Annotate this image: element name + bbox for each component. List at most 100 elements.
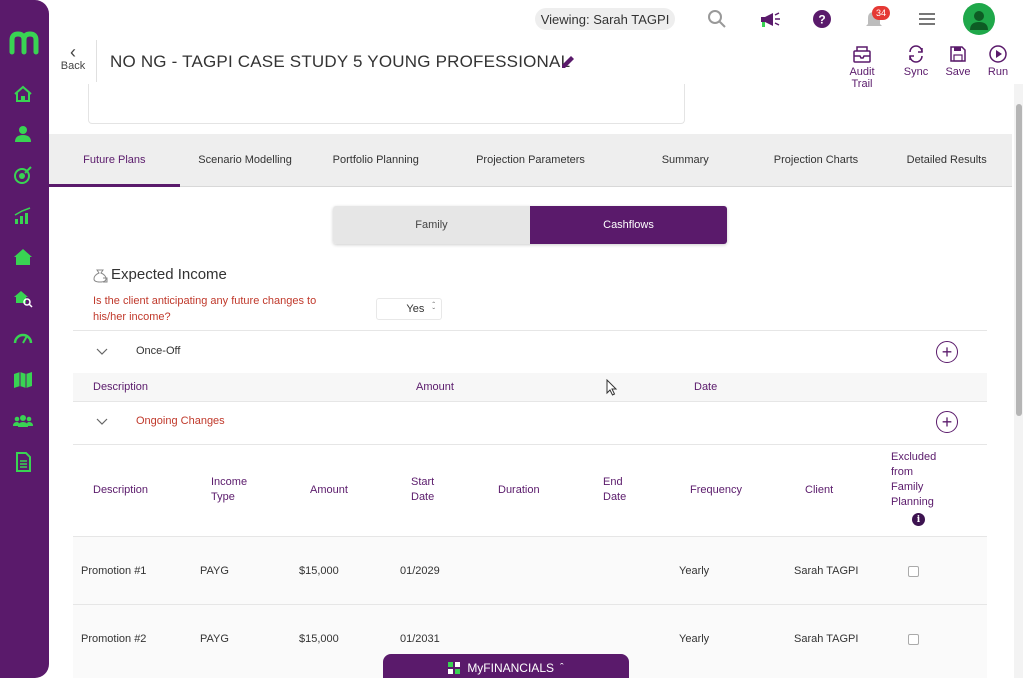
scrollbar[interactable] [1014, 84, 1023, 678]
ongoing-changes-accordion[interactable]: Ongoing Changes + [73, 402, 987, 442]
home-icon[interactable] [12, 83, 34, 105]
run-button[interactable]: Run [985, 44, 1011, 78]
summary-card [88, 84, 685, 124]
back-button[interactable]: ‹ Back [60, 42, 86, 72]
once-off-accordion[interactable]: Once-Off + [73, 332, 987, 372]
row2-client: Sarah TAGPI [794, 633, 859, 645]
once-off-header-row [73, 373, 987, 401]
col-duration: Duration [498, 484, 540, 496]
income-change-select[interactable]: Yes ˆˇ [376, 298, 442, 320]
plus-icon: + [941, 412, 953, 432]
add-once-off-button[interactable]: + [936, 341, 958, 363]
expected-income-heading: Expected Income [92, 266, 227, 283]
col-income-type: Income Type [211, 476, 248, 503]
app-logo[interactable] [9, 28, 41, 56]
row1-client: Sarah TAGPI [794, 565, 859, 577]
megaphone-icon[interactable] [759, 8, 781, 30]
once-off-col-description: Description [93, 381, 149, 393]
row1-excluded-checkbox[interactable] [908, 566, 919, 577]
once-off-col-date: Date [694, 381, 718, 393]
svg-text:?: ? [818, 13, 825, 27]
row1-start-date: 01/2029 [400, 565, 440, 577]
once-off-label: Once-Off [136, 345, 181, 357]
family-cashflows-toggle: Family Cashflows [333, 206, 727, 244]
row2-income-type: PAYG [200, 633, 229, 645]
notification-count-badge: 34 [872, 6, 890, 20]
scroll-thumb[interactable] [1016, 104, 1022, 416]
audit-trail-button[interactable]: Audit Trail [838, 44, 886, 90]
tab-projection-parameters[interactable]: Projection Parameters [441, 134, 620, 186]
avatar[interactable] [963, 3, 995, 35]
chevron-left-icon: ‹ [70, 42, 76, 62]
myfinancials-label: MyFINANCIALS [467, 661, 554, 675]
back-label: Back [60, 60, 86, 72]
ongoing-changes-label: Ongoing Changes [136, 415, 225, 427]
myfinancials-drawer-button[interactable]: MyFINANCIALS ˆ [383, 654, 629, 678]
team-icon[interactable] [12, 410, 34, 432]
save-button[interactable]: Save [944, 44, 972, 78]
row1-amount: $15,000 [299, 565, 339, 577]
tab-projection-charts[interactable]: Projection Charts [751, 134, 882, 186]
col-amount: Amount [310, 484, 348, 496]
mouse-cursor-icon [606, 379, 618, 396]
tab-summary[interactable]: Summary [620, 134, 751, 186]
document-icon[interactable] [12, 451, 34, 473]
col-frequency: Frequency [690, 484, 742, 496]
updown-chevron-icon: ˆˇ [432, 301, 435, 316]
money-bag-icon [93, 269, 108, 283]
sidebar [0, 0, 49, 678]
family-segment-button[interactable]: Family [333, 206, 530, 244]
col-client: Client [805, 484, 834, 496]
sync-button[interactable]: Sync [899, 44, 933, 78]
tab-detailed-results[interactable]: Detailed Results [881, 134, 1012, 186]
expected-income-title: Expected Income [111, 266, 227, 283]
income-change-value: Yes [406, 303, 425, 315]
row2-description: Promotion #2 [81, 633, 147, 645]
page-title: NO NG - TAGPI CASE STUDY 5 YOUNG PROFESS… [110, 52, 571, 71]
col-start-date: Start Date [411, 476, 435, 503]
chevron-down-icon[interactable] [95, 344, 109, 358]
sync-label: Sync [903, 66, 929, 78]
help-icon[interactable]: ? [811, 8, 833, 30]
chart-icon[interactable] [12, 205, 34, 227]
viewing-client-pill[interactable]: Viewing: Sarah TAGPI [535, 8, 675, 30]
col-end-date: End Date [603, 476, 627, 503]
divider [73, 444, 987, 445]
col-description: Description [93, 484, 149, 496]
property-search-icon[interactable] [12, 287, 34, 309]
grid-icon [448, 661, 461, 674]
row1-frequency: Yearly [679, 565, 710, 577]
divider [73, 330, 987, 331]
gauge-icon[interactable] [12, 328, 34, 350]
row1-income-type: PAYG [200, 565, 229, 577]
run-icon [989, 45, 1007, 63]
audit-trail-icon [853, 46, 871, 63]
run-label: Run [987, 66, 1009, 78]
menu-icon[interactable] [916, 8, 938, 30]
search-icon[interactable] [706, 8, 728, 30]
save-icon [950, 46, 966, 62]
once-off-col-amount: Amount [416, 381, 454, 393]
cashflows-segment-button[interactable]: Cashflows [530, 206, 727, 244]
row2-excluded-checkbox[interactable] [908, 634, 919, 645]
plus-icon: + [941, 342, 953, 362]
sync-icon [909, 45, 923, 63]
info-icon[interactable]: i [912, 513, 925, 526]
tab-scenario-modelling[interactable]: Scenario Modelling [180, 134, 311, 186]
tab-future-plans[interactable]: Future Plans [49, 134, 180, 187]
add-ongoing-change-button[interactable]: + [936, 411, 958, 433]
goals-icon[interactable] [12, 164, 34, 186]
row2-amount: $15,000 [299, 633, 339, 645]
tab-portfolio-planning[interactable]: Portfolio Planning [310, 134, 441, 186]
map-icon[interactable] [12, 369, 34, 391]
row2-frequency: Yearly [679, 633, 710, 645]
chevron-up-icon: ˆ [560, 662, 564, 674]
audit-trail-label: Audit Trail [849, 66, 875, 90]
row1-description: Promotion #1 [81, 565, 147, 577]
client-icon[interactable] [12, 123, 34, 145]
property-icon[interactable] [12, 246, 34, 268]
header-divider [96, 40, 97, 82]
chevron-down-icon[interactable] [95, 414, 109, 428]
row2-start-date: 01/2031 [400, 633, 440, 645]
edit-pencil-icon[interactable] [560, 54, 576, 70]
